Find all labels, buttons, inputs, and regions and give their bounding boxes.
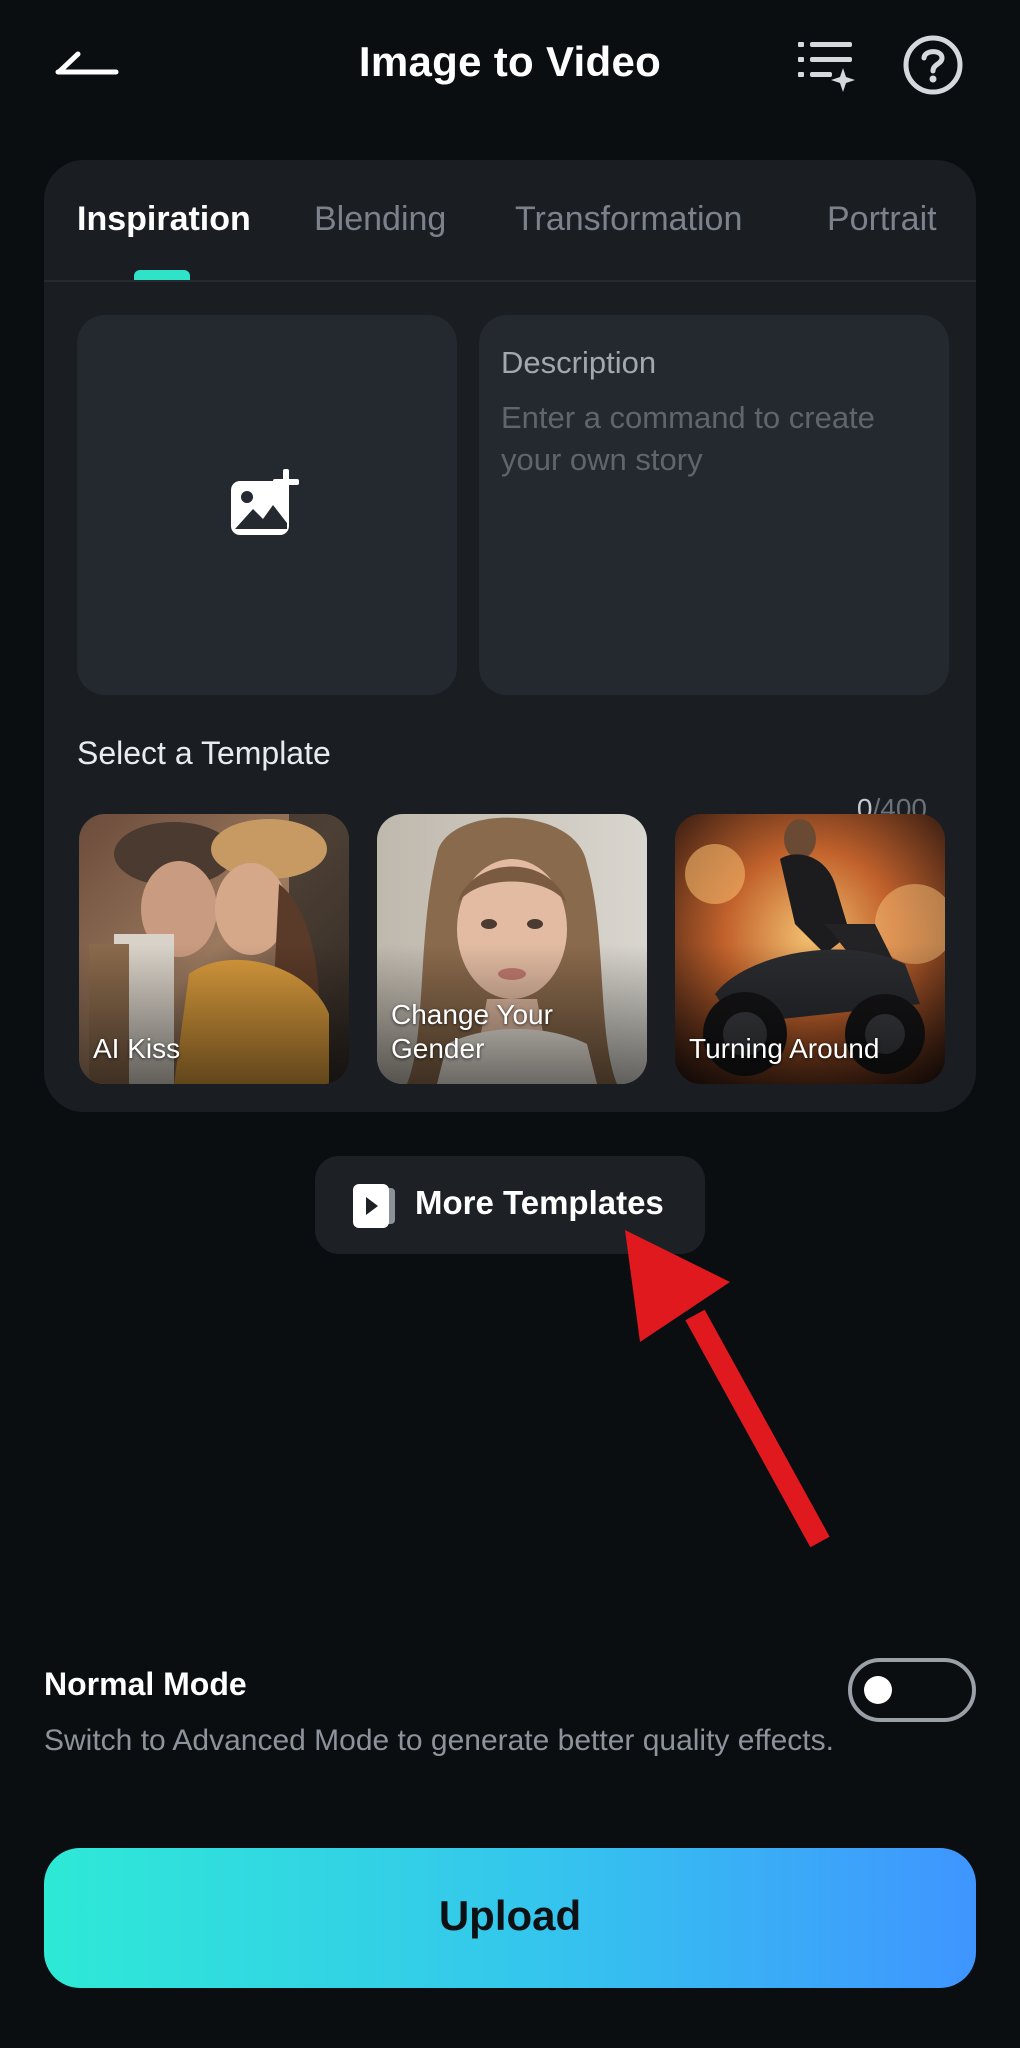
image-to-video-card: Inspiration Blending Transformation Port… bbox=[44, 160, 976, 1112]
more-templates-button[interactable]: More Templates bbox=[315, 1156, 705, 1254]
tab-bar: Inspiration Blending Transformation Port… bbox=[44, 160, 976, 282]
tab-portrait[interactable]: Portrait bbox=[827, 200, 937, 239]
more-templates-label: More Templates bbox=[415, 1184, 664, 1221]
mode-description: Switch to Advanced Mode to generate bett… bbox=[44, 1724, 834, 1757]
template-turning-around[interactable]: Turning Around bbox=[675, 814, 945, 1084]
tab-blending[interactable]: Blending bbox=[314, 200, 446, 239]
template-label: AI Kiss bbox=[93, 1033, 181, 1064]
sparkle-list-icon[interactable] bbox=[796, 36, 856, 94]
upload-button-label: Upload bbox=[438, 1892, 582, 1939]
description-box: Description 0/400 bbox=[479, 315, 949, 824]
template-ai-kiss[interactable]: AI Kiss bbox=[79, 814, 349, 1084]
advanced-mode-toggle[interactable] bbox=[848, 1658, 976, 1722]
description-label: Description bbox=[501, 345, 657, 380]
toggle-knob bbox=[864, 1676, 892, 1704]
select-template-label: Select a Template bbox=[77, 735, 331, 771]
page-title: Image to Video bbox=[358, 38, 662, 85]
description-input[interactable] bbox=[501, 397, 921, 597]
active-tab-indicator bbox=[134, 270, 190, 280]
image-upload-area[interactable] bbox=[77, 315, 457, 695]
template-change-your-gender[interactable]: Change Your Gender bbox=[377, 814, 647, 1084]
template-label: Turning Around bbox=[689, 1033, 880, 1064]
header: Image to Video bbox=[0, 0, 1020, 130]
upload-button[interactable]: Upload bbox=[44, 1848, 976, 1988]
add-image-icon bbox=[231, 469, 299, 535]
image-to-video-screen: Image to Video Inspiration Blending Tran… bbox=[0, 0, 1020, 2048]
mode-title: Normal Mode bbox=[44, 1666, 247, 1702]
annotation-arrow-icon bbox=[625, 1230, 830, 1548]
template-label: Change Your Gender bbox=[391, 999, 553, 1064]
question-circle-icon[interactable] bbox=[902, 34, 964, 96]
tab-transformation[interactable]: Transformation bbox=[515, 200, 742, 239]
tab-inspiration[interactable]: Inspiration bbox=[77, 200, 251, 239]
play-card-icon bbox=[353, 1184, 395, 1228]
